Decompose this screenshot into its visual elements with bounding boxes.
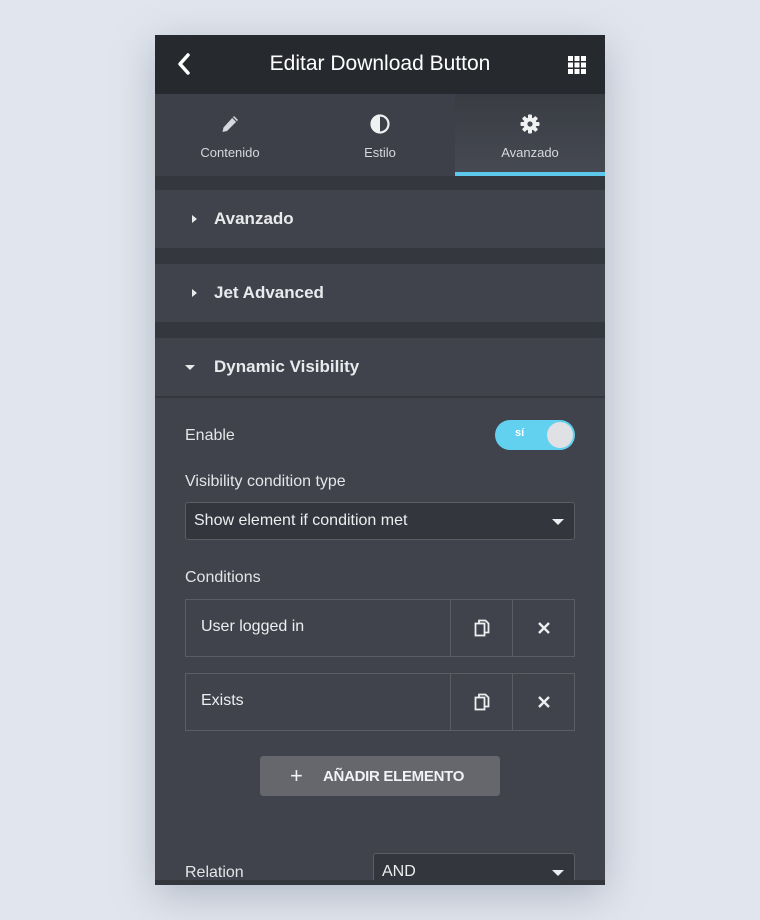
tab-avanzado[interactable]: Avanzado [455,94,605,176]
tab-bar: Contenido Estilo Avanzado [155,94,605,176]
enable-toggle[interactable]: sí [495,420,575,450]
chevron-down-icon [552,519,564,525]
editor-panel: Editar Download Button Contenido Estilo [155,35,605,885]
copy-icon [474,693,489,711]
caret-right-icon [192,215,197,223]
condition-name[interactable]: Exists [186,674,450,730]
remove-condition-button[interactable] [512,600,574,656]
tab-label: Estilo [364,145,396,160]
toggle-knob [547,422,573,448]
grid-icon [568,56,586,74]
condition-item: Exists [185,673,575,731]
plus-icon: + [290,763,303,788]
tab-label: Contenido [200,145,260,160]
conditions-label: Conditions [185,569,261,586]
pencil-icon [222,116,238,132]
add-element-label: AÑADIR ELEMENTO [323,768,465,785]
condition-type-value: Show element if condition met [194,512,408,529]
enable-label: Enable [185,427,235,444]
section-dynamic-visibility[interactable]: Dynamic Visibility [155,338,605,396]
gear-icon [520,114,540,134]
panel-header: Editar Download Button [155,35,605,94]
condition-item: User logged in [185,599,575,657]
panel-footer-edge [155,880,605,885]
section-title: Avanzado [214,209,294,228]
caret-down-icon [185,365,195,370]
section-title: Jet Advanced [214,283,324,302]
tab-contenido[interactable]: Contenido [155,94,305,176]
close-icon [537,696,550,708]
section-title: Dynamic Visibility [214,357,360,376]
condition-type-select[interactable]: Show element if condition met [185,502,575,540]
duplicate-condition-button[interactable] [450,674,512,730]
panel-title: Editar Download Button [269,52,491,75]
widgets-menu-button[interactable] [567,55,587,75]
condition-name-text: User logged in [201,618,305,635]
tab-estilo[interactable]: Estilo [305,94,455,176]
caret-right-icon [192,289,197,297]
section-jet-advanced[interactable]: Jet Advanced [155,264,605,322]
toggle-label: sí [515,427,525,439]
condition-name-text: Exists [201,692,244,709]
dynamic-visibility-controls: Enable sí Visibility condition type Show… [155,397,605,885]
section-avanzado[interactable]: Avanzado [155,190,605,248]
condition-name[interactable]: User logged in [186,600,450,656]
copy-icon [474,619,489,637]
chevron-down-icon [552,870,564,876]
half-circle-icon [370,114,390,134]
condition-type-label: Visibility condition type [185,473,346,490]
add-element-button[interactable]: + AÑADIR ELEMENTO [260,756,500,796]
tab-label: Avanzado [501,145,559,160]
relation-value: AND [382,863,416,880]
close-icon [537,622,550,634]
remove-condition-button[interactable] [512,674,574,730]
duplicate-condition-button[interactable] [450,600,512,656]
